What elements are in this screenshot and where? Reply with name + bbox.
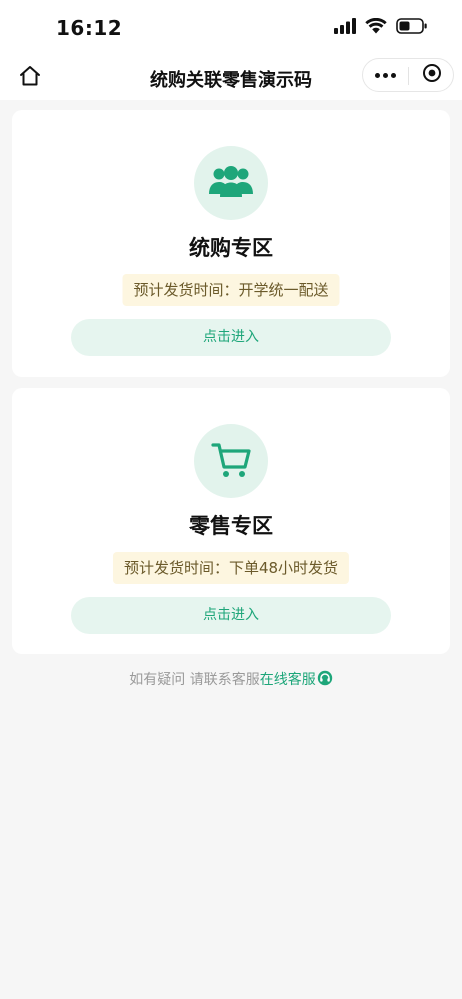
contact-note: 如有疑问 请联系客服在线客服 [0, 669, 462, 690]
online-service-link[interactable]: 在线客服 [259, 670, 333, 690]
delivery-time-tag: 预计发货时间：下单48小时发货 [112, 552, 350, 584]
mini-program-capsule [362, 58, 454, 92]
contact-prompt: 如有疑问 请联系客服 [129, 672, 260, 688]
wifi-icon [365, 17, 387, 38]
nav-bar: 统购关联零售演示码 [0, 56, 462, 100]
more-button[interactable] [363, 59, 408, 91]
shopping-cart-icon [209, 437, 253, 485]
enter-bulk-zone-button[interactable]: 点击进入 [71, 319, 391, 356]
close-miniprogram-button[interactable] [409, 59, 454, 91]
more-dots-icon [375, 72, 396, 78]
retail-zone-card: 零售专区 预计发货时间：下单48小时发货 点击进入 [12, 388, 450, 654]
online-service-label: 在线客服 [259, 672, 316, 688]
status-time: 16:12 [56, 16, 123, 40]
battery-icon [396, 18, 428, 38]
group-icon-badge [194, 146, 268, 220]
headset-icon [317, 670, 333, 690]
bulk-purchase-zone-card: 统购专区 预计发货时间：开学统一配送 点击进入 [12, 110, 450, 377]
zone-title: 统购专区 [189, 236, 273, 260]
enter-retail-zone-button[interactable]: 点击进入 [71, 597, 391, 634]
target-close-icon [422, 63, 442, 87]
group-users-icon [207, 164, 255, 202]
cart-icon-badge [194, 424, 268, 498]
status-bar: 16:12 [0, 0, 462, 56]
status-icons [334, 17, 428, 39]
zone-title: 零售专区 [189, 514, 273, 538]
cellular-signal-icon [334, 18, 356, 38]
delivery-time-tag: 预计发货时间：开学统一配送 [122, 274, 340, 306]
